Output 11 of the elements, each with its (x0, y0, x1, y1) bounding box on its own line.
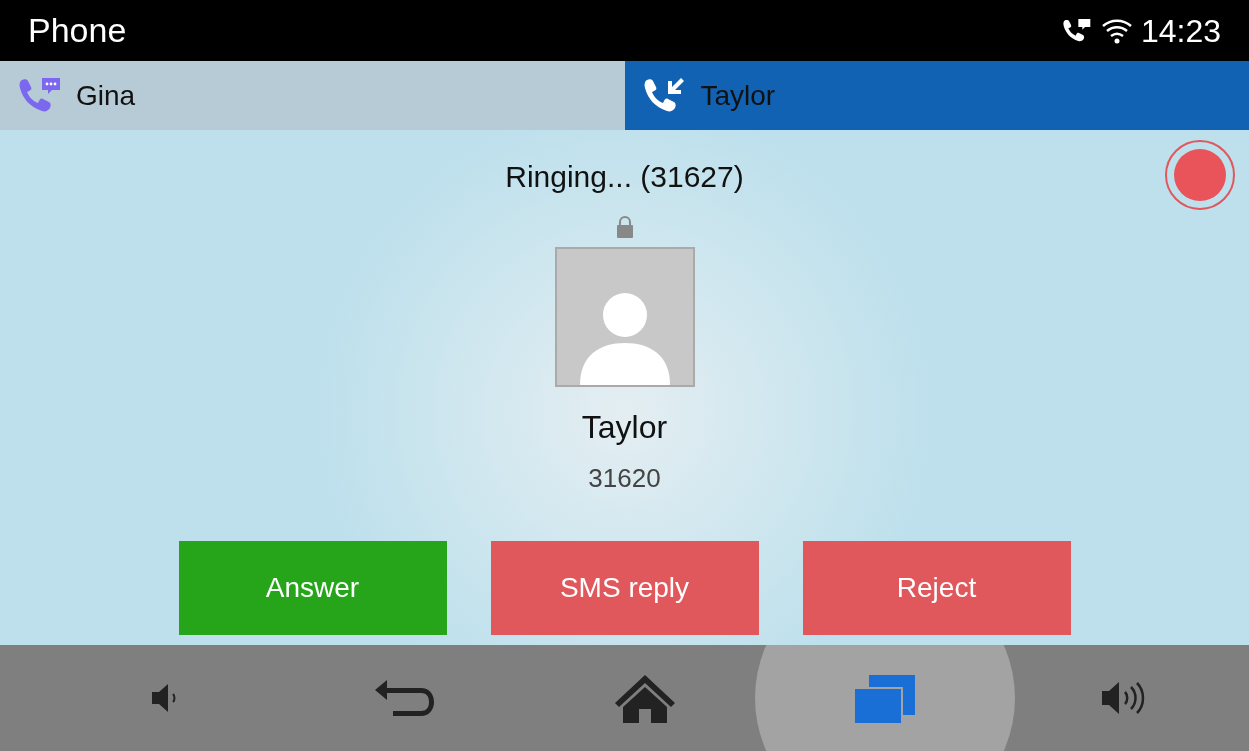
caller-number: 31620 (588, 462, 661, 495)
call-action-button[interactable]: Reject (802, 541, 1071, 635)
app-title: Phone (28, 10, 128, 51)
call-tab[interactable]: Taylor (624, 61, 1249, 130)
call-status: Ringing... (31627) (505, 159, 744, 195)
call-tab[interactable]: Gina (0, 61, 625, 130)
call-action-button[interactable]: SMS reply (490, 541, 759, 635)
record-button[interactable] (1165, 140, 1235, 210)
clock-time: 14:23 (1140, 11, 1221, 51)
call-action-button[interactable]: Answer (178, 541, 447, 635)
caller-name: Taylor (581, 408, 668, 447)
